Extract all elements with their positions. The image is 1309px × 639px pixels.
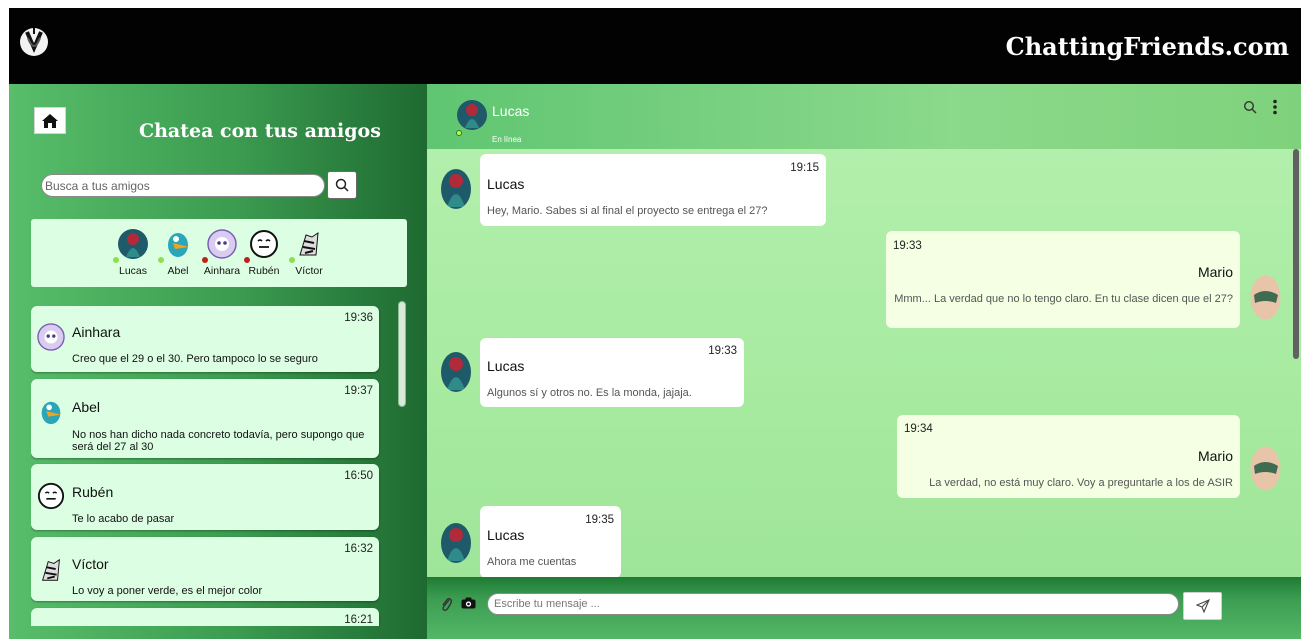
friend-ruben[interactable]: Rubén bbox=[244, 229, 284, 277]
message-author: Lucas bbox=[487, 176, 525, 192]
message-text: La verdad, no está muy claro. Voy a preg… bbox=[929, 477, 1233, 489]
brand-title[interactable]: ChattingFriends.com bbox=[1006, 32, 1289, 61]
lucas-avatar-icon bbox=[441, 169, 471, 209]
message-input[interactable] bbox=[487, 593, 1179, 615]
friend-lucas[interactable]: Lucas bbox=[113, 229, 153, 277]
mario-avatar-icon bbox=[1250, 446, 1281, 491]
status-dot bbox=[289, 257, 295, 263]
status-dot bbox=[113, 257, 119, 263]
chat-name: Abel bbox=[72, 399, 101, 415]
contact-status: En línea bbox=[492, 135, 522, 144]
message-bubble-incoming: 19:15 Lucas Hey, Mario. Sabes si al fina… bbox=[480, 154, 826, 226]
friend-name: Lucas bbox=[118, 265, 148, 277]
messages-scrollbar[interactable] bbox=[1293, 149, 1299, 359]
online-friends-bar: Lucas Abel Ainhara Rubén Víctor bbox=[31, 219, 407, 287]
chat-time: 16:21 bbox=[344, 614, 373, 626]
search-icon[interactable] bbox=[1243, 100, 1257, 114]
conversation-header: Lucas En línea bbox=[427, 84, 1301, 149]
heart-leaf-logo-icon[interactable] bbox=[19, 24, 49, 58]
send-icon bbox=[1195, 599, 1210, 613]
lucas-avatar-icon bbox=[441, 523, 471, 563]
message-author: Lucas bbox=[487, 527, 525, 543]
chat-item-ruben[interactable]: 16:50 Rubén Te lo acabo de pasar bbox=[31, 464, 379, 530]
chat-time: 19:37 bbox=[344, 385, 373, 397]
chat-list-scrollbar[interactable] bbox=[398, 301, 406, 407]
chat-name: Ainhara bbox=[72, 324, 121, 340]
chat-preview: Creo que el 29 o el 30. Pero tampoco lo … bbox=[72, 353, 318, 365]
message-text: Hey, Mario. Sabes si al final el proyect… bbox=[487, 205, 768, 217]
camera-icon[interactable] bbox=[461, 597, 476, 609]
search-icon bbox=[335, 178, 349, 192]
ruben-avatar-icon bbox=[37, 482, 65, 510]
mario-avatar-icon bbox=[1250, 275, 1281, 320]
message-author: Lucas bbox=[487, 358, 525, 374]
abel-avatar-icon bbox=[37, 398, 65, 426]
friend-abel[interactable]: Abel bbox=[158, 229, 198, 277]
send-button[interactable] bbox=[1183, 592, 1222, 620]
friend-name: Ainhara bbox=[203, 265, 241, 277]
message-text: Mmm... La verdad que no lo tengo claro. … bbox=[894, 293, 1233, 305]
lucas-avatar-icon[interactable] bbox=[457, 100, 487, 130]
friend-ainhara[interactable]: Ainhara bbox=[202, 229, 242, 277]
message-time: 19:35 bbox=[585, 514, 614, 526]
home-button[interactable] bbox=[34, 107, 66, 134]
message-bubble-outgoing: 19:34 Mario La verdad, no está muy claro… bbox=[897, 415, 1240, 498]
friend-victor[interactable]: Víctor bbox=[289, 229, 329, 277]
message-bubble-outgoing: 19:33 Mario Mmm... La verdad que no lo t… bbox=[886, 231, 1240, 328]
abel-avatar-icon bbox=[163, 229, 193, 259]
message-text: Algunos sí y otros no. Es la monda, jaja… bbox=[487, 387, 692, 399]
ainhara-avatar-icon bbox=[37, 323, 65, 351]
status-dot bbox=[158, 257, 164, 263]
friend-search-input[interactable] bbox=[41, 174, 325, 197]
chat-name: Víctor bbox=[72, 556, 109, 572]
conversation-panel: Lucas En línea 19:15 Lucas Hey, Mario. S… bbox=[427, 84, 1301, 639]
messages-area: 19:15 Lucas Hey, Mario. Sabes si al fina… bbox=[427, 149, 1301, 577]
friend-search-button[interactable] bbox=[327, 171, 357, 199]
lucas-avatar-icon bbox=[441, 352, 471, 392]
more-vertical-icon[interactable] bbox=[1272, 99, 1278, 115]
chat-item-abel[interactable]: 19:37 Abel No nos han dicho nada concret… bbox=[31, 379, 379, 458]
message-composer bbox=[427, 577, 1301, 639]
chat-preview: Te lo acabo de pasar bbox=[72, 513, 175, 525]
message-time: 19:33 bbox=[708, 345, 737, 357]
sidebar-title: Chatea con tus amigos bbox=[139, 120, 381, 142]
chat-time: 16:32 bbox=[344, 543, 373, 555]
home-icon bbox=[42, 113, 58, 128]
chat-item-partial[interactable]: 16:21 bbox=[31, 608, 379, 626]
paperclip-icon[interactable] bbox=[440, 596, 452, 612]
chat-list: 19:36 Ainhara Creo que el 29 o el 30. Pe… bbox=[31, 306, 381, 626]
message-author: Mario bbox=[1197, 448, 1233, 464]
sidebar: Chatea con tus amigos Lucas bbox=[9, 84, 427, 639]
friend-name: Abel bbox=[167, 265, 189, 277]
online-status-dot bbox=[456, 130, 462, 136]
app-window: ChattingFriends.com Chatea con tus amigo… bbox=[0, 0, 1309, 639]
ainhara-avatar-icon bbox=[207, 229, 237, 259]
message-bubble-incoming: 19:35 Lucas Ahora me cuentas bbox=[480, 506, 621, 577]
friend-name: Rubén bbox=[248, 265, 280, 277]
chat-preview: Lo voy a poner verde, es el mejor color bbox=[72, 585, 263, 597]
message-bubble-incoming: 19:33 Lucas Algunos sí y otros no. Es la… bbox=[480, 338, 744, 407]
message-time: 19:15 bbox=[790, 162, 819, 174]
status-dot bbox=[202, 257, 208, 263]
message-text: Ahora me cuentas bbox=[487, 556, 577, 568]
chat-time: 16:50 bbox=[344, 470, 373, 482]
chat-item-victor[interactable]: 16:32 Víctor Lo voy a poner verde, es el… bbox=[31, 537, 379, 601]
top-bar: ChattingFriends.com bbox=[9, 8, 1301, 84]
message-time: 19:34 bbox=[904, 423, 933, 435]
message-author: Mario bbox=[1197, 264, 1233, 280]
status-dot bbox=[244, 257, 250, 263]
chat-time: 19:36 bbox=[344, 312, 373, 324]
victor-avatar-icon bbox=[37, 556, 65, 584]
friend-name: Víctor bbox=[295, 265, 323, 277]
ruben-avatar-icon bbox=[249, 229, 279, 259]
victor-avatar-icon bbox=[294, 229, 324, 259]
lucas-avatar-icon bbox=[118, 229, 148, 259]
message-time: 19:33 bbox=[893, 240, 922, 252]
chat-name: Rubén bbox=[72, 484, 114, 500]
chat-preview: No nos han dicho nada concreto todavía, … bbox=[72, 429, 365, 453]
contact-name: Lucas bbox=[492, 103, 530, 119]
chat-item-ainhara[interactable]: 19:36 Ainhara Creo que el 29 o el 30. Pe… bbox=[31, 306, 379, 372]
